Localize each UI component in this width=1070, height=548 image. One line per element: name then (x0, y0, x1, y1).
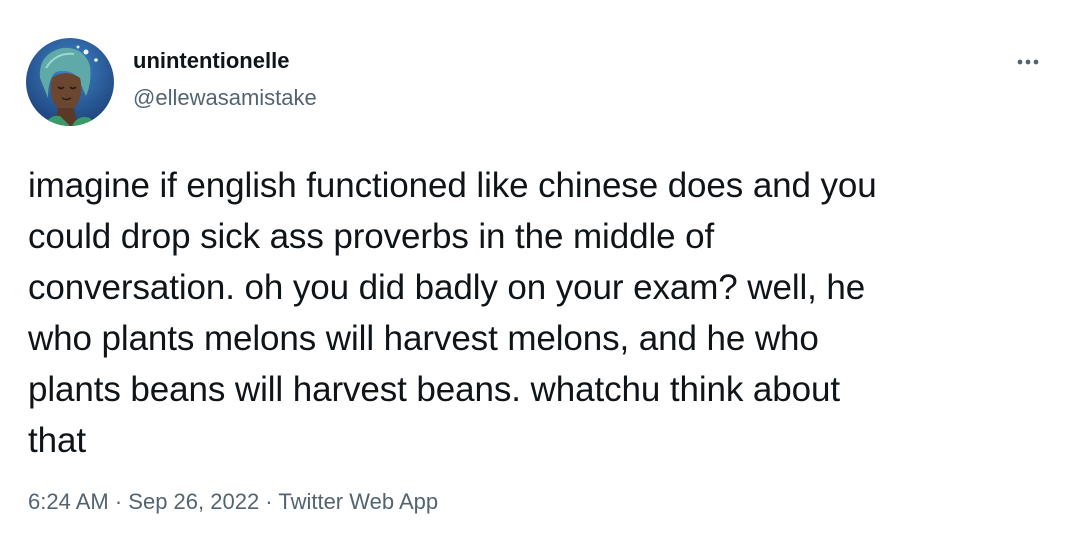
tweet-metadata: 6:24 AM · Sep 26, 2022 · Twitter Web App (28, 487, 438, 517)
avatar-image (26, 38, 114, 126)
tweet-time[interactable]: 6:24 AM (28, 489, 109, 514)
tweet-source[interactable]: Twitter Web App (278, 489, 438, 514)
author-display-name[interactable]: unintentionelle (133, 47, 289, 75)
avatar[interactable] (26, 38, 114, 126)
author-handle[interactable]: @ellewasamistake (133, 84, 317, 112)
meta-separator: · (259, 489, 279, 514)
more-options-icon[interactable] (1006, 46, 1050, 78)
tweet-card: unintentionelle @ellewasamistake imagine… (0, 0, 1070, 548)
tweet-text: imagine if english functioned like chine… (28, 166, 877, 460)
tweet-date[interactable]: Sep 26, 2022 (128, 489, 259, 514)
meta-separator: · (108, 489, 129, 514)
more-dots-icon (1017, 59, 1039, 65)
